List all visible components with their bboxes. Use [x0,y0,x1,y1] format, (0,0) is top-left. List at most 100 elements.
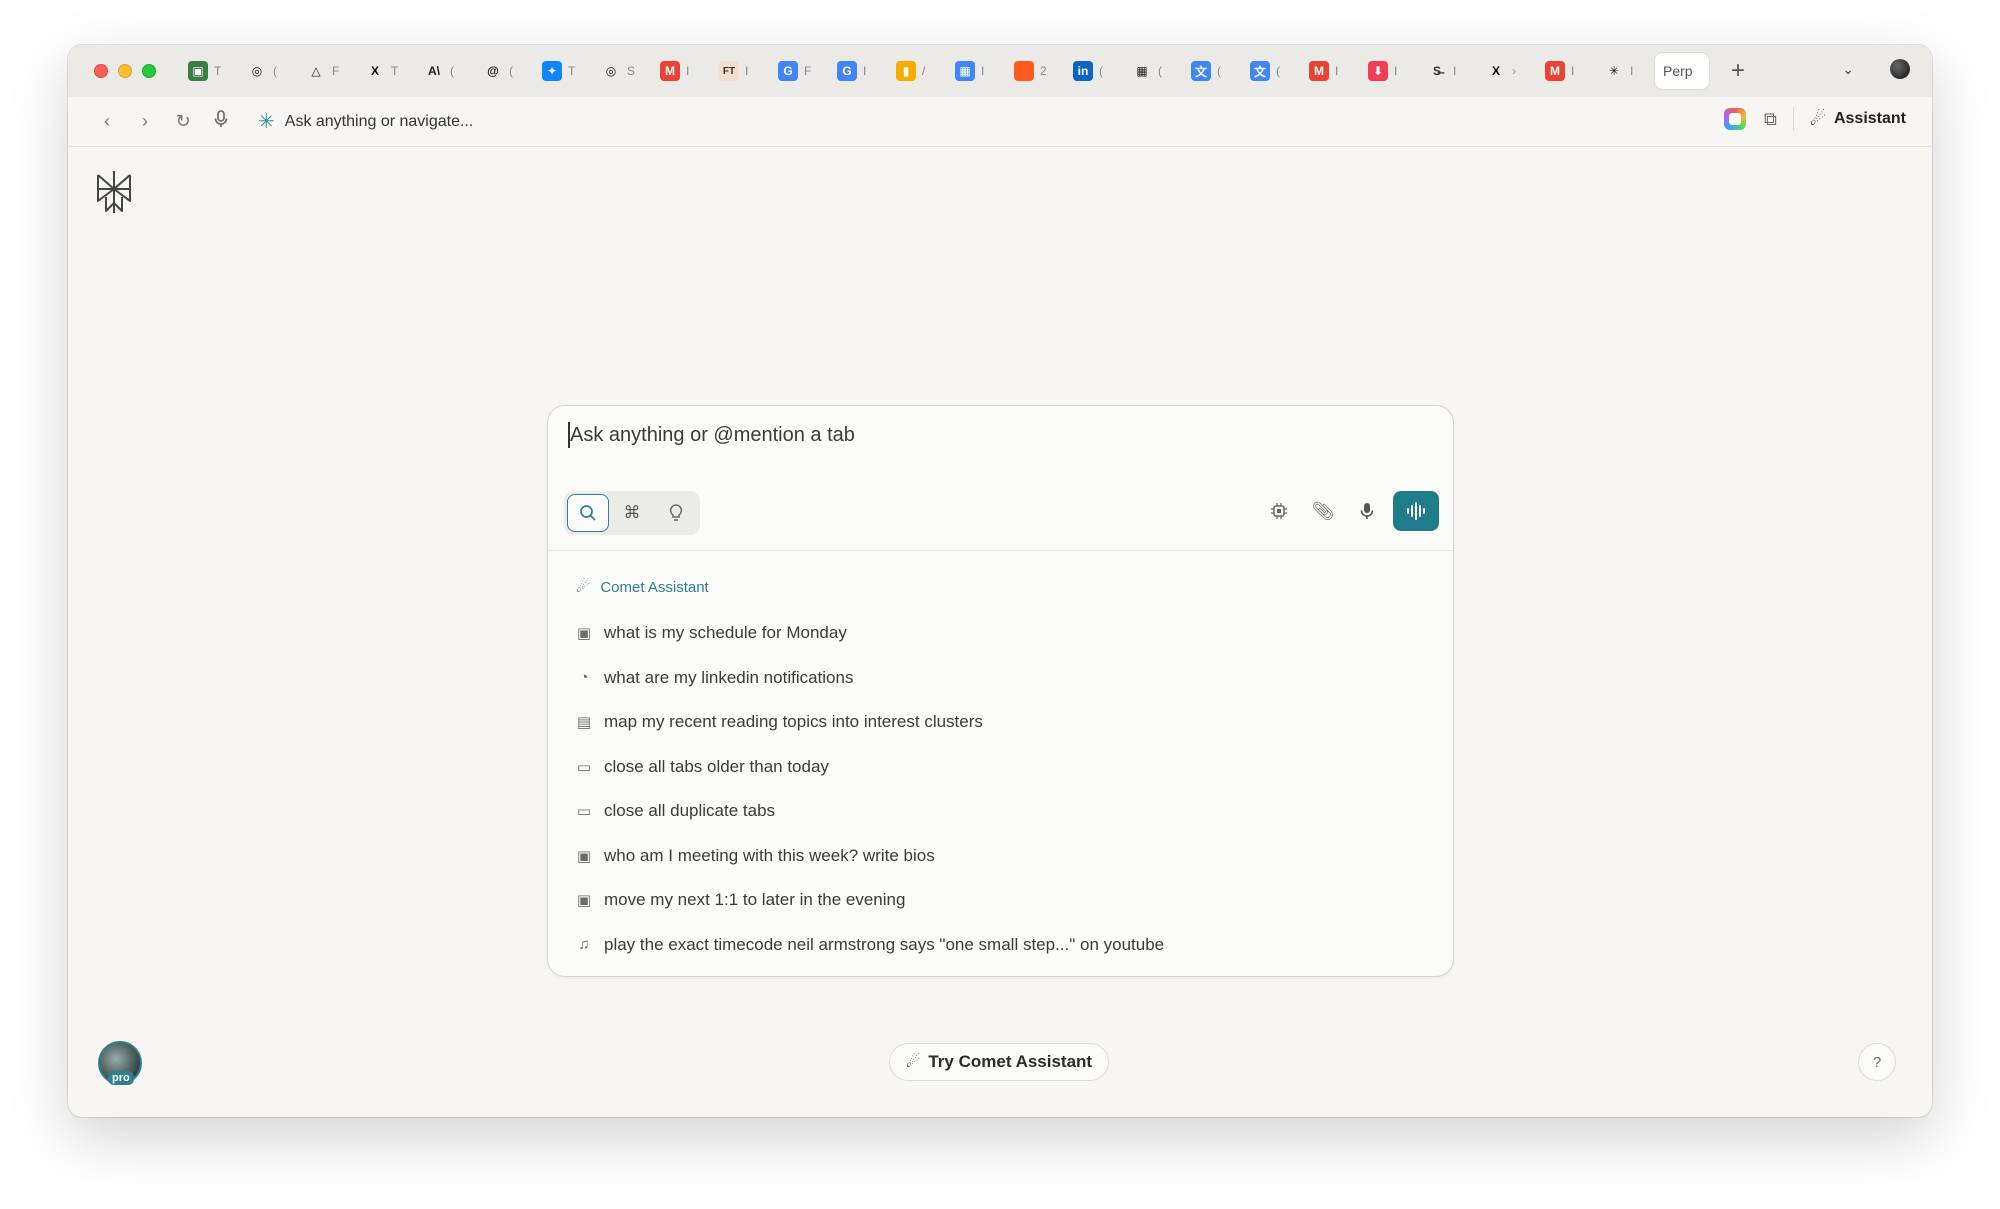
tab-15[interactable]: in ( [1063,53,1122,89]
tab-title: F [804,64,812,78]
tab-12[interactable]: ▮ / [886,53,945,89]
tab-16[interactable]: ▦( [1122,53,1181,89]
microphone-icon[interactable] [202,110,240,133]
x-icon: X [1491,64,1500,78]
labs-mode-button[interactable] [655,494,697,532]
window-icon: ▭ [576,803,592,821]
translate-icon: 文 [1191,61,1211,81]
suggestion-text: what are my linkedin notifications [604,667,854,687]
tab-title: ( [273,64,277,78]
bell-icon: ◔ [579,669,589,687]
tab-1[interactable]: ◎( [237,53,296,89]
tab-20[interactable]: ⬇ I [1358,53,1417,89]
openai-icon: ◎ [605,64,617,78]
tab-14[interactable]: 2 [1004,53,1063,89]
tab-active[interactable]: Perp [1655,53,1709,89]
tab-title: Perp [1663,63,1693,79]
suggestion-text: map my recent reading topics into intere… [604,712,983,732]
tab-22[interactable]: X › [1476,53,1535,89]
suggestion-item[interactable]: ▣ who am I meeting with this week? write … [576,834,1164,879]
tab-title: T [214,64,222,78]
tab-11[interactable]: GI [827,53,886,89]
tab-3[interactable]: XT [355,53,414,89]
omnibox-placeholder: Ask anything or navigate... [284,112,474,130]
tab-10[interactable]: GF [768,53,827,89]
tab-4[interactable]: A\ ( [414,53,473,89]
tab-7[interactable]: ◎ S [591,53,650,89]
gmail-icon: M [1309,61,1329,81]
profile-icon[interactable] [1890,59,1910,79]
chip-icon [1271,503,1287,519]
tab-23[interactable]: MI [1535,53,1594,89]
suggestions-list: ▣ what is my schedule for Monday ◔ what are… [576,611,1164,967]
tab-5[interactable]: @( [473,53,532,89]
tab-6[interactable]: ✦ T [532,53,591,89]
bluesky-icon: ✦ [542,61,562,81]
tab-17[interactable]: 文( [1181,53,1240,89]
help-button[interactable]: ? [1858,1043,1896,1081]
model-chip-button[interactable] [1257,491,1301,531]
tab-title: I [745,64,749,78]
suggestion-text: close all duplicate tabs [604,801,776,821]
tab-title: ( [1099,64,1103,78]
reload-icon[interactable]: ↻ [164,111,202,132]
tab-title: T [391,64,399,78]
zoom-window-button[interactable] [142,64,156,78]
google-icon: G [778,61,798,81]
assistant-label: Assistant [1833,110,1906,127]
new-tab-button[interactable]: + [1731,59,1745,83]
tab-8[interactable]: MI [650,53,709,89]
extension-icon[interactable] [1723,108,1746,130]
puzzle-icon[interactable]: ⧉ [1764,109,1777,130]
tabbar-right: ⌄ [1842,59,1910,79]
tab-18[interactable]: 文( [1240,53,1299,89]
window-icon: ▭ [576,758,592,776]
tab-0[interactable]: ▣ T [178,53,237,89]
voice-mode-button[interactable] [1393,491,1439,531]
suggestion-item[interactable]: ▭ close all tabs older than today [576,745,1164,790]
navigation-bar: ‹ › ↻ ✳ Ask anything or navigate... ⧉ ☄ … [68,97,1932,147]
attach-button[interactable]: 📎︎ [1301,491,1345,531]
tab-title: I [863,64,867,78]
omnibox[interactable]: ✳ Ask anything or navigate... [258,109,473,134]
avatar[interactable]: pro [98,1041,142,1085]
suggestion-item[interactable]: ▭ close all duplicate tabs [576,789,1164,834]
tab-21[interactable]: S̶ I [1417,53,1476,89]
suggestion-item[interactable]: ♫ play the exact timecode neil armstrong … [576,923,1164,968]
translate-icon: 文 [1250,61,1270,81]
suggestion-item[interactable]: ▣ move my next 1:1 to later in the evenin… [576,878,1164,923]
dictate-button[interactable] [1345,491,1389,531]
back-icon[interactable]: ‹ [88,111,126,132]
tab-13[interactable]: ▦ I [945,53,1004,89]
minimize-window-button[interactable] [118,64,132,78]
research-mode-button[interactable]: ⌘ [611,494,653,532]
triangle-icon: △ [311,64,321,78]
window-controls [94,64,156,78]
tab-bar: ▣ T ◎(△ F X T A\(@(✦ T ◎ S M I FT I G F G I ▮ / ▦ I 2 in(▦(文(文(… [68,45,1932,97]
suggestions-header-label: Comet Assistant [600,578,709,596]
calendar-icon: ▣ [576,847,592,865]
tab-strip: ▣ T ◎(△ F X T A\(@(✦ T ◎ S M I FT I G F G I ▮ / ▦ I 2 in(▦(文(文(… [178,53,1653,89]
calendar-icon: ▦ [955,61,975,81]
table-icon: ▦ [1136,64,1148,78]
tab-list-chevron-icon[interactable]: ⌄ [1842,61,1854,78]
suggestion-text: play the exact timecode neil armstrong s… [604,934,1165,954]
tab-24[interactable]: ✳ I [1594,53,1653,89]
lightbulb-icon [669,504,683,521]
pocket-icon: ⬇ [1368,61,1388,81]
search-mode-button[interactable] [567,494,609,532]
microphone-icon [1360,503,1374,519]
forward-icon[interactable]: › [126,111,164,132]
close-window-button[interactable] [94,64,108,78]
suggestion-item[interactable]: ▤ map my recent reading topics into inter… [576,700,1164,745]
try-comet-assistant-button[interactable]: ☄ Try Comet Assistant [889,1043,1110,1081]
assistant-button[interactable]: ☄ Assistant [1810,109,1906,130]
tab-19[interactable]: MI [1299,53,1358,89]
tab-2[interactable]: △ F [296,53,355,89]
anthropic-icon: A\ [428,64,440,78]
perplexity-icon: ✳ [1608,64,1620,78]
tab-9[interactable]: FT I [709,53,768,89]
suggestion-item[interactable]: ◔ what are my linkedin notifications [576,656,1164,701]
suggestion-item[interactable]: ▣ what is my schedule for Monday [576,611,1164,656]
ask-input[interactable]: Ask anything or @mention a tab [568,422,855,448]
